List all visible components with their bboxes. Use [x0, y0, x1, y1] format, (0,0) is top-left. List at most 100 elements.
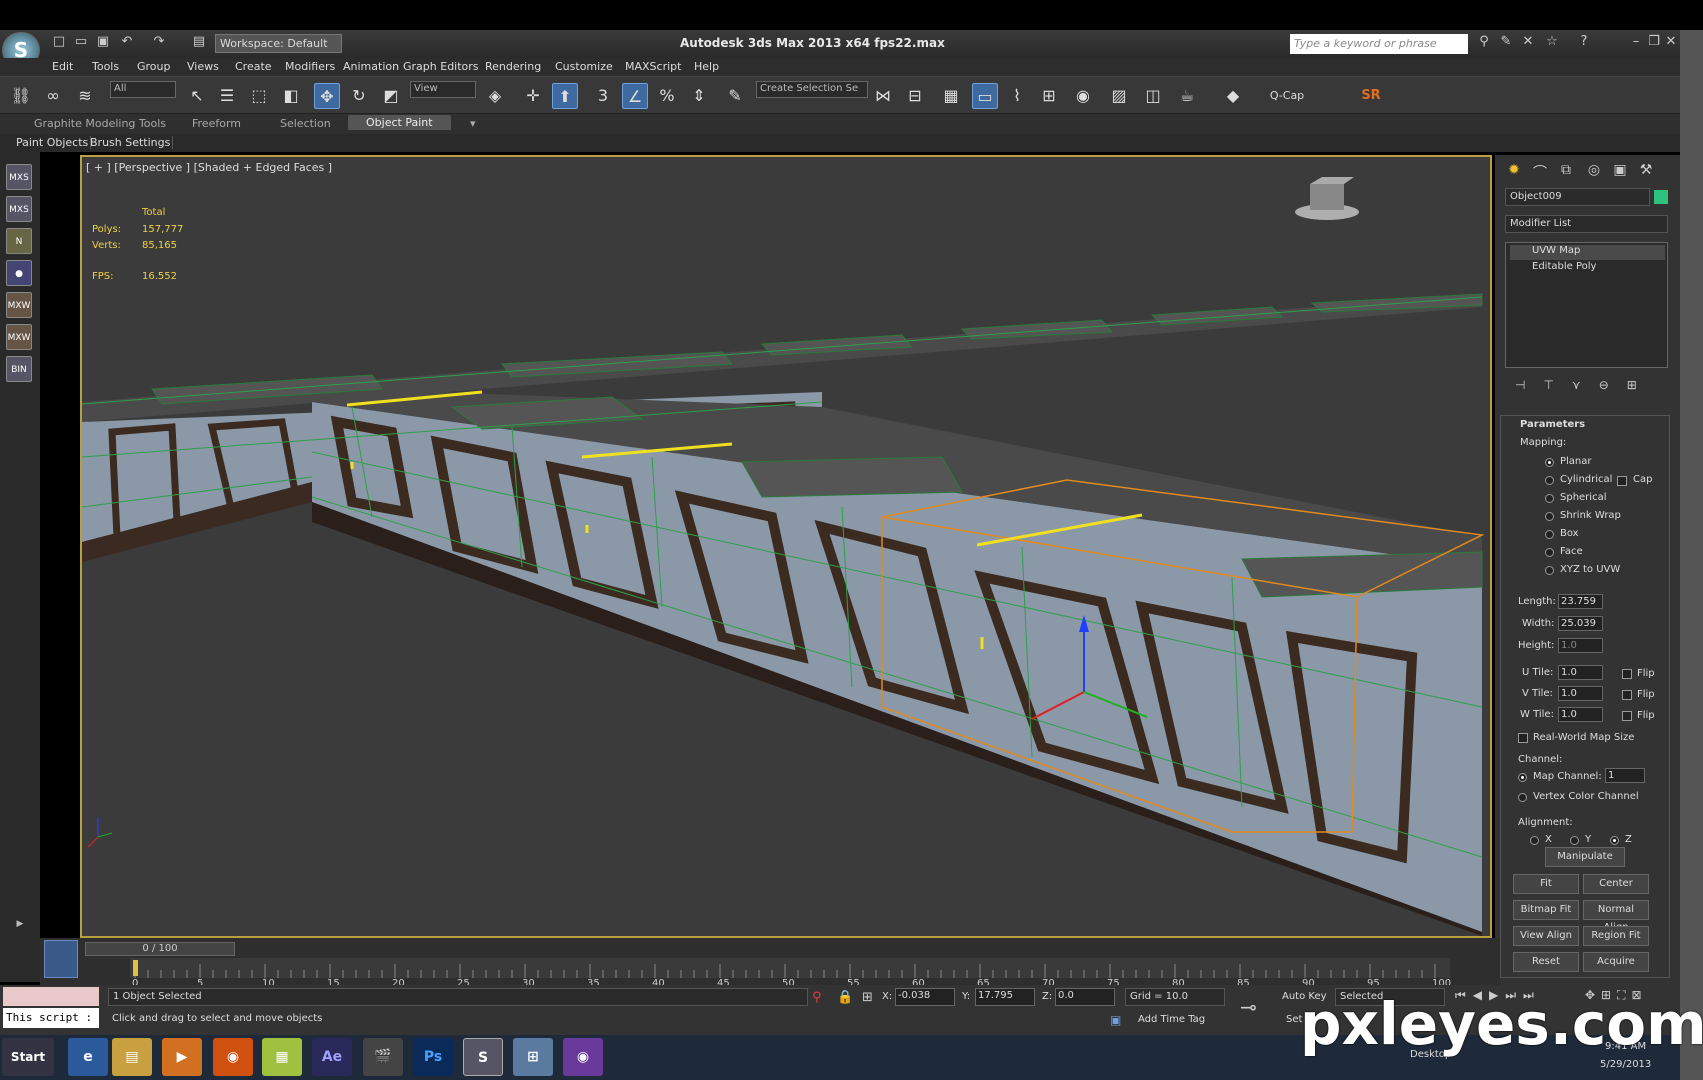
radio-planar[interactable]	[1545, 458, 1554, 467]
x-coordinate[interactable]: -0.038	[895, 988, 955, 1006]
modify-tab-icon[interactable]: ⌒	[1529, 162, 1551, 184]
radio-box[interactable]	[1545, 530, 1554, 539]
media-app-icon[interactable]: ◉	[563, 1038, 603, 1076]
folder-icon[interactable]: ▦	[262, 1038, 302, 1076]
firefox-icon[interactable]: ◉	[213, 1038, 253, 1076]
align-icon[interactable]: ⊟	[902, 83, 928, 109]
mxw-tool-icon[interactable]: MXW	[6, 292, 32, 318]
percent-snap-icon[interactable]: %	[654, 83, 680, 109]
select-and-scale-icon[interactable]: ◩	[378, 83, 404, 109]
center-button[interactable]: Center	[1583, 874, 1649, 894]
stack-tools-row[interactable]: ⊣⊤⋎⊖⊞	[1515, 378, 1665, 394]
close-icon[interactable]: ✕	[1662, 34, 1680, 52]
media-player-icon[interactable]: ▶	[162, 1038, 202, 1076]
photoshop-icon[interactable]: Ps	[413, 1038, 453, 1076]
render-setup-icon[interactable]: ▨	[1106, 83, 1132, 109]
mxs-tool-icon[interactable]: MXS	[6, 164, 32, 190]
favorites-star-icon[interactable]: ☆	[1543, 34, 1561, 52]
layer-manager-icon[interactable]: ▦	[938, 83, 964, 109]
control-panel-icon[interactable]: ⊞	[513, 1038, 553, 1076]
parameters-title[interactable]: Parameters	[1520, 419, 1585, 430]
save-file-icon[interactable]: ▣	[94, 34, 112, 52]
menu-group[interactable]: Group	[137, 60, 171, 73]
selection-filter-dropdown[interactable]: All	[110, 81, 176, 98]
project-folder-icon[interactable]: ▤	[190, 34, 208, 52]
lock-icon[interactable]: 🔒	[837, 990, 853, 1005]
radio-map-channel[interactable]	[1518, 773, 1527, 782]
modifier-list-dropdown[interactable]: Modifier List	[1505, 215, 1668, 233]
v-flip-checkbox[interactable]	[1622, 690, 1632, 700]
fit-button[interactable]: Fit	[1513, 874, 1579, 894]
named-selection-set-dropdown[interactable]: Create Selection Se	[756, 81, 868, 98]
restore-icon[interactable]: ❐	[1645, 34, 1663, 52]
tab-freeform[interactable]: Freeform	[192, 117, 241, 130]
absolute-mode-icon[interactable]: ⊞	[862, 990, 873, 1005]
sr-button[interactable]: SR	[1358, 83, 1384, 109]
stack-item-uvw-map[interactable]: UVW Map	[1510, 245, 1665, 260]
clapper-icon[interactable]: 🎬	[363, 1038, 403, 1076]
mxs-tool-2-icon[interactable]: MXS	[6, 196, 32, 222]
spinner-snap-icon[interactable]: ⇕	[686, 83, 712, 109]
connect-icon[interactable]: ✕	[1519, 34, 1537, 52]
minimize-icon[interactable]: –	[1627, 34, 1645, 52]
keyboard-shortcut-override-icon[interactable]: ⬆	[552, 83, 578, 109]
expand-arrow-icon[interactable]: ▶	[10, 914, 30, 934]
radio-align-x[interactable]	[1530, 836, 1539, 845]
3dsmax-taskbar-icon[interactable]: S	[463, 1038, 503, 1076]
workspace-dropdown[interactable]: Workspace: Default	[215, 34, 342, 53]
maxscript-listener[interactable]	[3, 987, 99, 1006]
length-spinner[interactable]: 23.759	[1558, 594, 1603, 609]
reset-button[interactable]: Reset	[1513, 952, 1579, 972]
realworld-checkbox[interactable]	[1518, 733, 1528, 743]
script-label[interactable]: This script :	[3, 1008, 99, 1028]
motion-tab-icon[interactable]: ◎	[1583, 162, 1605, 184]
z-coordinate[interactable]: 0.0	[1055, 988, 1115, 1006]
pivot-center-icon[interactable]: ◈	[482, 83, 508, 109]
viewport-scene[interactable]	[82, 157, 1490, 936]
help-icon[interactable]: ?	[1575, 34, 1593, 52]
qcap-label[interactable]: Q-Cap	[1262, 83, 1312, 109]
tab-selection[interactable]: Selection	[280, 117, 331, 130]
object-name-field[interactable]: Object009	[1505, 188, 1650, 206]
timeline-track[interactable]	[130, 958, 1450, 978]
search-input[interactable]: Type a keyword or phrase	[1290, 34, 1468, 54]
wtile-spinner[interactable]: 1.0	[1558, 707, 1603, 722]
undo-icon[interactable]: ↶	[118, 34, 136, 52]
radio-xyz-to-uvw[interactable]	[1545, 566, 1554, 575]
reference-coordinate-dropdown[interactable]: View	[410, 81, 476, 98]
paint-objects-panel[interactable]: Paint Objects	[14, 136, 92, 149]
bin-tool-icon[interactable]: BIN	[6, 356, 32, 382]
menu-animation[interactable]: Animation	[343, 60, 399, 73]
menu-help[interactable]: Help	[694, 60, 719, 73]
edit-named-selection-icon[interactable]: ✎	[722, 83, 748, 109]
qcap-plugin-icon[interactable]: ◆	[1220, 83, 1246, 109]
utilities-tab-icon[interactable]: ⚒	[1635, 162, 1657, 184]
region-fit-button[interactable]: Region Fit	[1583, 926, 1649, 946]
bitmap-fit-button[interactable]: Bitmap Fit	[1513, 900, 1579, 920]
mxw-tool-2-icon[interactable]: MXW	[6, 324, 32, 350]
mirror-icon[interactable]: ⋈	[870, 83, 896, 109]
view-align-button[interactable]: View Align	[1513, 926, 1579, 946]
mini-curve-editor-icon[interactable]	[44, 940, 78, 978]
select-and-move-icon[interactable]: ✥	[314, 83, 340, 109]
menu-modifiers[interactable]: Modifiers	[285, 60, 335, 73]
radio-cylindrical[interactable]	[1545, 476, 1554, 485]
new-file-icon[interactable]: □	[50, 34, 68, 52]
select-object-icon[interactable]: ↖	[184, 83, 210, 109]
snaps-toggle-icon[interactable]: 3	[590, 83, 616, 109]
open-file-icon[interactable]: ▭	[72, 34, 90, 52]
unlink-icon[interactable]: ∞	[40, 83, 66, 109]
redo-icon[interactable]: ↷	[150, 34, 168, 52]
select-by-name-icon[interactable]: ☰	[214, 83, 240, 109]
w-flip-checkbox[interactable]	[1622, 711, 1632, 721]
vtile-spinner[interactable]: 1.0	[1558, 686, 1603, 701]
binoculars-icon[interactable]: ⚲	[1475, 34, 1493, 52]
tools-icon[interactable]: ✎	[1497, 34, 1515, 52]
after-effects-icon[interactable]: Ae	[312, 1038, 352, 1076]
manipulate-button[interactable]: Manipulate	[1545, 847, 1625, 867]
perspective-viewport[interactable]	[80, 155, 1492, 938]
start-button[interactable]: Start	[2, 1038, 54, 1076]
n-tool-icon[interactable]: N	[6, 228, 32, 254]
radio-spherical[interactable]	[1545, 494, 1554, 503]
menu-create[interactable]: Create	[235, 60, 272, 73]
